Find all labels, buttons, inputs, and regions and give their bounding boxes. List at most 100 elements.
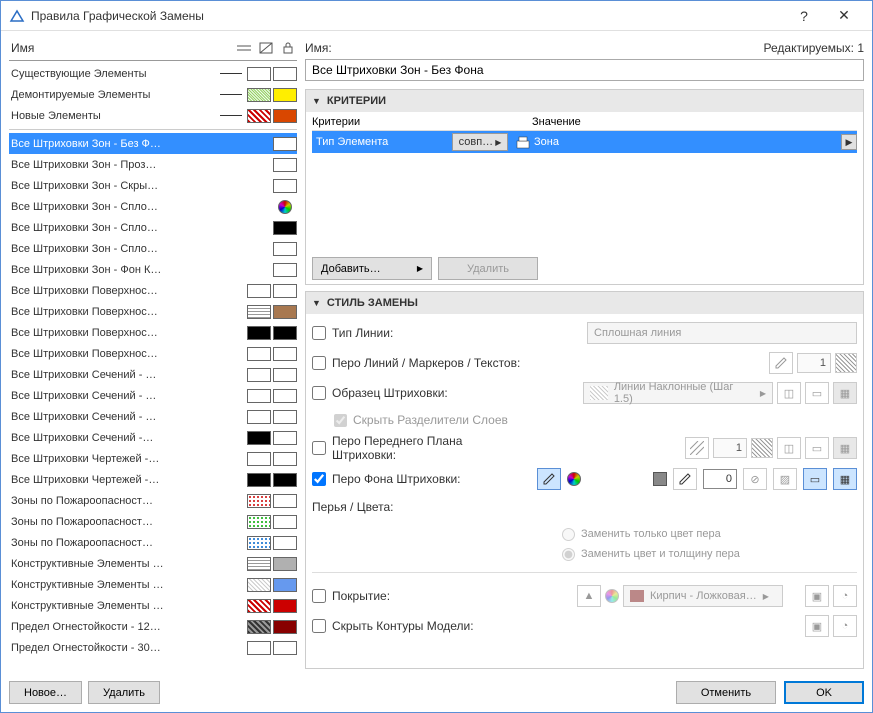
bg-colorwheel-button[interactable] xyxy=(567,472,581,486)
criteria-section-header[interactable]: ▼КРИТЕРИИ xyxy=(306,90,863,112)
rule-name: Все Штриховки Зон - Фон К… xyxy=(11,264,217,276)
rule-row[interactable]: Все Штриховки Поверхнос… xyxy=(9,322,297,343)
delete-rule-button[interactable]: Удалить xyxy=(88,681,160,704)
rule-row[interactable]: Все Штриховки Поверхнос… xyxy=(9,343,297,364)
criteria-value-picker[interactable]: ▶ xyxy=(841,134,857,150)
contour-opt2-button[interactable]: ◔ xyxy=(833,615,857,637)
close-button[interactable]: ✕ xyxy=(824,2,864,30)
name-label: Имя: xyxy=(305,41,332,55)
rule-row[interactable]: Все Штриховки Зон - Спло… xyxy=(9,196,297,217)
rule-row[interactable]: Все Штриховки Сечений -… xyxy=(9,427,297,448)
value-column-header: Значение xyxy=(532,116,581,128)
linetype-dropdown[interactable]: Сплошная линия xyxy=(587,322,857,344)
hidecontours-checkbox[interactable] xyxy=(312,619,326,633)
fill-opt2-button[interactable]: ▭ xyxy=(805,382,829,404)
fg-opt1-button[interactable]: ◫ xyxy=(777,437,801,459)
linepen-checkbox[interactable] xyxy=(312,356,326,370)
surface-dropdown[interactable]: Кирпич - Ложковая…▶ xyxy=(623,585,783,607)
linetype-checkbox[interactable] xyxy=(312,326,326,340)
surface-opt2-button[interactable]: ◔ xyxy=(833,585,857,607)
rule-name: Все Штриховки Зон - Скры… xyxy=(11,180,217,192)
rule-row[interactable]: Все Штриховки Сечений - … xyxy=(9,406,297,427)
fg-opt3-button[interactable]: ▦ xyxy=(833,437,857,459)
rule-row[interactable]: Конструктивные Элементы … xyxy=(9,553,297,574)
rule-row[interactable]: Существующие Элементы xyxy=(9,63,297,84)
rule-row[interactable]: Зоны по Пожароопасност… xyxy=(9,511,297,532)
rules-list[interactable]: Существующие Элементы Демонтируемые Элеме… xyxy=(9,63,297,673)
rule-row[interactable]: Все Штриховки Поверхнос… xyxy=(9,280,297,301)
surface-paint-icon[interactable]: ▲ xyxy=(577,585,601,607)
list-header-name[interactable]: Имя xyxy=(9,41,231,55)
ok-button[interactable]: OK xyxy=(784,681,864,704)
criteria-operator-button[interactable]: совп…▶ xyxy=(452,133,508,151)
bgfill-number[interactable] xyxy=(703,469,737,489)
new-rule-button[interactable]: Новое… xyxy=(9,681,82,704)
fill-opt1-button[interactable]: ◫ xyxy=(777,382,801,404)
bg-opt4-button[interactable]: ▦ xyxy=(833,468,857,490)
bg-opt3-button[interactable]: ▭ xyxy=(803,468,827,490)
bg-opt1-button[interactable]: ⊘ xyxy=(743,468,767,490)
rule-row[interactable]: Предел Огнестойкости - 30… xyxy=(9,637,297,658)
bg-pen-icon2[interactable] xyxy=(673,468,697,490)
rule-row[interactable]: Все Штриховки Сечений - … xyxy=(9,364,297,385)
rule-name-input[interactable] xyxy=(305,59,864,81)
bgfill-checkbox[interactable] xyxy=(312,472,326,486)
header-line-icon[interactable] xyxy=(235,39,253,57)
surface-colorwheel[interactable] xyxy=(605,589,619,603)
rule-row[interactable]: Предел Огнестойкости - 12… xyxy=(9,616,297,637)
style-section-header[interactable]: ▼СТИЛЬ ЗАМЕНЫ xyxy=(306,292,863,314)
fill-opt3-button[interactable]: ▦ xyxy=(833,382,857,404)
fg-hatch-icon[interactable] xyxy=(685,437,709,459)
bg-pen-button[interactable] xyxy=(537,468,561,490)
rule-row[interactable]: Все Штриховки Сечений - … xyxy=(9,385,297,406)
linepen-number[interactable] xyxy=(797,353,831,373)
fg-opt2-button[interactable]: ▭ xyxy=(805,437,829,459)
rule-row[interactable]: Демонтируемые Элементы xyxy=(9,84,297,105)
bg-color-swatch[interactable] xyxy=(653,472,667,486)
delete-criteria-button[interactable]: Удалить xyxy=(438,257,538,280)
rule-name: Все Штриховки Зон - Проз… xyxy=(11,159,217,171)
rule-row[interactable]: Конструктивные Элементы … xyxy=(9,574,297,595)
linepen-swatch[interactable] xyxy=(835,353,857,373)
help-button[interactable]: ? xyxy=(784,2,824,30)
fgfill-checkbox[interactable] xyxy=(312,441,326,455)
contour-opt1-button[interactable]: ▣ xyxy=(805,615,829,637)
fillpattern-checkbox[interactable] xyxy=(312,386,326,400)
rule-name: Все Штриховки Зон - Спло… xyxy=(11,243,217,255)
fgfill-swatch[interactable] xyxy=(751,438,773,458)
cancel-button[interactable]: Отменить xyxy=(676,681,776,704)
rule-name: Все Штриховки Поверхнос… xyxy=(11,306,217,318)
pen-icon-button[interactable] xyxy=(769,352,793,374)
rule-row[interactable]: Все Штриховки Зон - Спло… xyxy=(9,217,297,238)
bg-opt2-button[interactable]: ▨ xyxy=(773,468,797,490)
rule-name: Все Штриховки Зон - Спло… xyxy=(11,201,217,213)
rule-row[interactable]: Все Штриховки Поверхнос… xyxy=(9,301,297,322)
fillpattern-dropdown[interactable]: Линии Наклонные (Шаг 1.5)▶ xyxy=(583,382,773,404)
rule-row[interactable]: Все Штриховки Чертежей -… xyxy=(9,448,297,469)
rule-row[interactable]: Все Штриховки Зон - Скры… xyxy=(9,175,297,196)
surface-opt1-button[interactable]: ▣ xyxy=(805,585,829,607)
header-fill-icon[interactable] xyxy=(257,39,275,57)
rule-row[interactable]: Новые Элементы xyxy=(9,105,297,126)
fgfill-number[interactable] xyxy=(713,438,747,458)
rule-name: Конструктивные Элементы … xyxy=(11,600,217,612)
rule-row[interactable]: Зоны по Пожароопасност… xyxy=(9,490,297,511)
rule-row[interactable]: Все Штриховки Чертежей -… xyxy=(9,469,297,490)
linepen-label: Перо Линий / Маркеров / Текстов: xyxy=(332,356,520,370)
rule-row[interactable]: Зоны по Пожароопасност… xyxy=(9,532,297,553)
rule-name: Все Штриховки Сечений - … xyxy=(11,390,217,402)
add-criteria-button[interactable]: Добавить…▶ xyxy=(312,257,432,280)
surface-checkbox[interactable] xyxy=(312,589,326,603)
rule-row[interactable]: Все Штриховки Зон - Проз… xyxy=(9,154,297,175)
criteria-row[interactable]: Тип Элемента совп…▶ Зона ▶ xyxy=(312,131,857,153)
rule-row[interactable]: Все Штриховки Зон - Фон К… xyxy=(9,259,297,280)
chevron-down-icon: ▼ xyxy=(312,96,321,106)
rule-name: Все Штриховки Чертежей -… xyxy=(11,474,217,486)
rule-name: Предел Огнестойкости - 12… xyxy=(11,621,217,633)
rule-row[interactable]: Конструктивные Элементы … xyxy=(9,595,297,616)
header-lock-icon[interactable] xyxy=(279,39,297,57)
rule-row[interactable]: Все Штриховки Зон - Без Ф… xyxy=(9,133,297,154)
rule-row[interactable]: Все Штриховки Зон - Спло… xyxy=(9,238,297,259)
rule-name: Существующие Элементы xyxy=(11,68,217,80)
bgfill-label: Перо Фона Штриховки: xyxy=(332,472,460,486)
